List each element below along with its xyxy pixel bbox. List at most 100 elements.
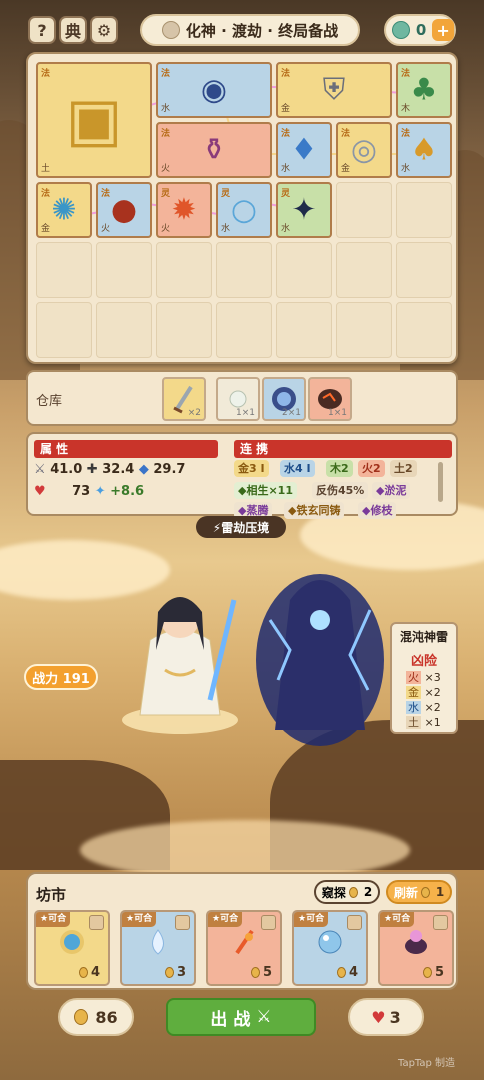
synergy-tag[interactable]: 反伤45% (312, 482, 369, 499)
mergeable-tag: ★可合 (294, 912, 329, 927)
card-price: 4 (78, 965, 100, 980)
board-cell[interactable] (336, 242, 392, 298)
enemy-elements: 火 ×3 金 ×2 水 ×2 土 ×1 (406, 670, 441, 730)
lock-icon[interactable] (89, 915, 104, 930)
slot-count: 2×1 (282, 408, 301, 418)
warehouse-slot[interactable]: 1×1 (216, 377, 260, 421)
shop-card[interactable]: ★可合 5 (206, 910, 282, 986)
refresh-cost: 1 (435, 885, 445, 899)
board-cell[interactable] (276, 302, 332, 358)
board-cell[interactable] (36, 302, 92, 358)
synergy-tag[interactable]: ◆修枝 (358, 502, 397, 519)
synergy-tag[interactable]: 金3 I (234, 460, 269, 477)
synergy-scrollbar[interactable] (438, 462, 443, 502)
shop-card[interactable]: ★可合 4 (292, 910, 368, 986)
board-item[interactable]: 法水 ◉ (156, 62, 272, 118)
lock-icon[interactable] (261, 915, 276, 930)
refresh-button[interactable]: 刷新 1 (386, 880, 452, 904)
item-element-label: 火 (161, 164, 171, 174)
board-cell[interactable] (216, 242, 272, 298)
board-item[interactable]: 灵水 ○ (216, 182, 272, 238)
synergy-tag[interactable]: 木2 (326, 460, 353, 477)
synergy-tag[interactable]: 水4 I (280, 460, 315, 477)
board-item[interactable]: 法金 ◎ (336, 122, 392, 178)
lock-icon[interactable] (347, 915, 362, 930)
price-value: 5 (434, 965, 444, 980)
board-cell[interactable] (396, 182, 452, 238)
stage-title-text: 化神 · 渡劫 · 终局备战 (185, 21, 339, 40)
board-cell[interactable] (156, 302, 212, 358)
synergy-tag[interactable]: ◆铁玄同铸 (284, 502, 345, 519)
board-item[interactable]: 法水 ♠ (396, 122, 452, 178)
lives-display: ♥ 3 (348, 998, 424, 1036)
shop-card[interactable]: ★可合 5 (378, 910, 454, 986)
board-cell[interactable] (96, 302, 152, 358)
board-cell[interactable] (336, 302, 392, 358)
coin-icon (250, 967, 260, 978)
board-item[interactable]: 法火 ● (96, 182, 152, 238)
lives-value: 3 (389, 1007, 401, 1027)
slot-count: 1×1 (328, 408, 347, 418)
element-badge: 水 (406, 701, 421, 714)
board-item[interactable]: 法金 ⛨ (276, 62, 392, 118)
heart-icon: ♥ (371, 1007, 386, 1027)
pearl-icon (229, 390, 247, 408)
warehouse-slot[interactable]: 1×1 (308, 377, 352, 421)
board-item[interactable]: 灵火 ✹ (156, 182, 212, 238)
synergy-tag[interactable]: 火2 (358, 460, 385, 477)
peek-button[interactable]: 窥探 2 (314, 880, 380, 904)
item-element-label: 火 (101, 224, 111, 234)
add-currency-button[interactable]: + (432, 19, 454, 41)
mergeable-tag: ★可合 (208, 912, 243, 927)
attack-row: ⚔ 41.0 ✚ 32.4 ◆ 29.7 (34, 462, 185, 477)
coin-icon (336, 967, 346, 978)
warehouse-slot[interactable]: ×2 (162, 377, 206, 421)
element-count: ×2 (424, 701, 441, 714)
item-type-label: 法 (341, 129, 351, 139)
enemy-danger: 凶险 (410, 654, 437, 669)
synergy-tag[interactable]: ◆淤泥 (372, 482, 411, 499)
board-cell[interactable] (36, 242, 92, 298)
enemy-character[interactable] (250, 560, 390, 750)
board-item[interactable]: 法金 ✺ (36, 182, 92, 238)
shop-card[interactable]: ★可合 4 (34, 910, 110, 986)
coin-icon (164, 967, 174, 978)
board-cell[interactable] (396, 302, 452, 358)
item-element-label: 火 (161, 224, 171, 234)
slot-count: 1×1 (236, 408, 255, 418)
lock-icon[interactable] (433, 915, 448, 930)
board-cell[interactable] (276, 242, 332, 298)
board-item[interactable]: 法水 ♦ (276, 122, 332, 178)
fight-button[interactable]: 出 战 ⚔ (166, 998, 316, 1036)
item-type-label: 法 (161, 69, 171, 79)
lock-icon[interactable] (175, 915, 190, 930)
board-item[interactable]: 法木 ♣ (396, 62, 452, 118)
element-badge: 金 (406, 686, 421, 699)
board-cell[interactable] (396, 242, 452, 298)
codex-button[interactable]: 典 (59, 16, 87, 44)
warehouse-slot[interactable]: 2×1 (262, 377, 306, 421)
enemy-info-card[interactable]: 混沌神雷 凶险 火 ×3 金 ×2 水 ×2 土 ×1 (390, 622, 458, 734)
attack-value: 41.0 (50, 462, 83, 477)
board-cell[interactable] (156, 242, 212, 298)
warehouse-label: 仓库 (36, 394, 63, 409)
settings-button[interactable]: ⚙ (90, 16, 118, 44)
price-value: 4 (348, 965, 358, 980)
player-character[interactable] (110, 570, 250, 740)
board-item[interactable]: 法火 ⚱ (156, 122, 272, 178)
shop-card[interactable]: ★可合 3 (120, 910, 196, 986)
board-cell[interactable] (336, 182, 392, 238)
synergy-tag[interactable]: ◆相生×11 (234, 482, 297, 499)
board-cell[interactable] (96, 242, 152, 298)
card-price: 3 (164, 965, 186, 980)
board-item[interactable]: 法土 ▣ (36, 62, 152, 178)
board-item[interactable]: 灵水 ✦ (276, 182, 332, 238)
help-button[interactable]: ? (28, 16, 56, 44)
peek-cost: 2 (363, 885, 373, 899)
peek-label: 窥探 (321, 885, 346, 900)
board-cell[interactable] (216, 302, 272, 358)
synergy-tag[interactable]: 土2 (390, 460, 417, 477)
inventory-board: 法土 ▣ 法水 ◉ 法金 ⛨ 法木 ♣ 法火 ⚱ 法水 ♦ 法金 ◎ 法水 ♠ 法金 ✺ 法火 ● 灵火 ✹ 灵水 ○ 灵水 ✦ (26, 52, 458, 364)
dark-claw-icon: ✦ (291, 192, 317, 228)
fire-scroll-icon: ✹ (171, 192, 197, 228)
